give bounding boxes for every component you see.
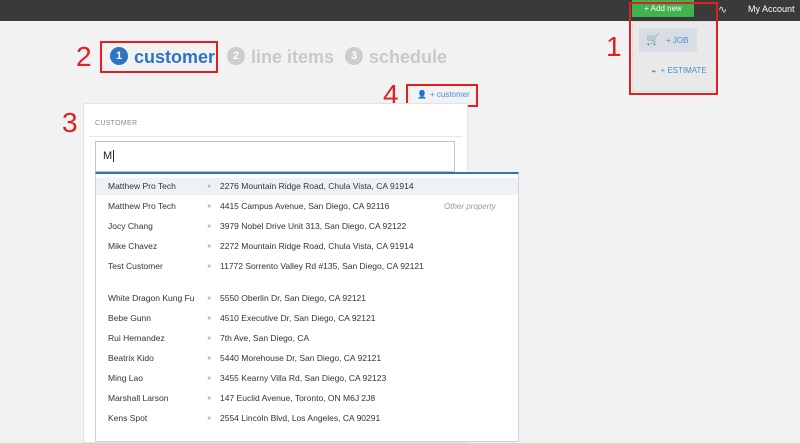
customer-results-list: Matthew Pro Tech ● 2276 Mountain Ridge R… [95,172,519,442]
location-pin-icon: ● [207,335,212,342]
result-row[interactable]: Kens Spot ● 2554 Lincoln Blvd, Los Angel… [96,410,518,427]
result-row[interactable]: Beatrix Kido ● 5440 Morehouse Dr, San Di… [96,350,518,367]
result-row[interactable]: Rui Hernandez ● 7th Ave, San Diego, CA [96,330,518,347]
add-customer-link[interactable]: 👤 + customer [413,86,477,104]
result-name: Marshall Larson [108,393,169,403]
step-label: schedule [369,47,448,67]
result-row[interactable]: Mike Chavez ● 2272 Mountain Ridge Road, … [96,238,518,255]
location-pin-icon: ● [207,315,212,322]
result-row[interactable]: Matthew Pro Tech ● 4415 Campus Avenue, S… [96,198,518,215]
person-icon: 👤 [417,90,427,99]
search-value: M [103,150,113,162]
step-label: customer [134,47,216,67]
result-row[interactable]: Marshall Larson ● 147 Euclid Avenue, Tor… [96,390,518,407]
pulse-icon[interactable]: ∿ [718,3,727,17]
my-account-link[interactable]: My Account [748,2,795,16]
result-row[interactable]: White Dragon Kung Fu ● 5550 Oberlin Dr, … [96,290,518,307]
result-row[interactable]: Jocy Chang ● 3979 Nobel Drive Unit 313, … [96,218,518,235]
location-pin-icon: ● [207,223,212,230]
result-row[interactable]: Ming Lao ● 3455 Kearny Villa Rd, San Die… [96,370,518,387]
step-customer[interactable]: 1 customer [110,44,215,70]
annotation-number-1: 1 [606,31,622,62]
annotation-box-1 [629,2,718,95]
result-address: 7th Ave, San Diego, CA [220,333,310,343]
location-pin-icon: ● [207,375,212,382]
location-pin-icon: ● [207,355,212,362]
result-address: 3979 Nobel Drive Unit 313, San Diego, CA… [220,221,407,231]
step-number: 1 [110,47,128,66]
location-pin-icon: ● [207,203,212,210]
result-row[interactable]: Test Customer ● 11772 Sorrento Valley Rd… [96,258,518,290]
result-name: Bebe Gunn [108,313,152,323]
result-address: 3455 Kearny Villa Rd, San Diego, CA 9212… [220,373,387,383]
location-pin-icon: ● [207,243,212,250]
annotation-number-2: 2 [76,41,92,72]
add-customer-label: + customer [429,90,470,99]
result-name: Matthew Pro Tech [108,181,176,191]
result-name: Jocy Chang [108,221,153,231]
result-address: 5550 Oberlin Dr, San Diego, CA 92121 [220,293,367,303]
result-address: 4510 Executive Dr, San Diego, CA 92121 [220,313,376,323]
result-name: Beatrix Kido [108,353,154,363]
result-address: 147 Euclid Avenue, Toronto, ON M6J 2J8 [220,393,376,403]
result-row[interactable]: Matthew Pro Tech ● 2276 Mountain Ridge R… [96,178,518,195]
result-address: 5440 Morehouse Dr, San Diego, CA 92121 [220,353,382,363]
text-caret [113,150,115,163]
step-schedule[interactable]: 3 schedule [345,44,447,70]
result-name: Matthew Pro Tech [108,201,176,211]
step-label: line items [251,47,335,67]
customer-search-input[interactable]: M [95,141,455,172]
result-address: 2272 Mountain Ridge Road, Chula Vista, C… [220,241,414,251]
result-name: Ming Lao [108,373,143,383]
step-line-items[interactable]: 2 line items [227,44,334,70]
result-tag: Other property [444,202,496,211]
location-pin-icon: ● [207,415,212,422]
location-pin-icon: ● [207,395,212,402]
result-name: White Dragon Kung Fu [108,293,195,303]
result-name: Rui Hernandez [108,333,165,343]
customer-section-label: CUSTOMER [95,120,138,127]
result-address: 11772 Sorrento Valley Rd #135, San Diego… [220,261,424,271]
annotation-number-3: 3 [62,107,78,138]
result-address: 2554 Lincoln Blvd, Los Angeles, CA 90291 [220,413,381,423]
result-address: 2276 Mountain Ridge Road, Chula Vista, C… [220,181,414,191]
result-address: 4415 Campus Avenue, San Diego, CA 92116 [220,201,390,211]
location-pin-icon: ● [207,183,212,190]
step-number: 2 [227,47,245,66]
result-name: Test Customer [108,261,163,271]
location-pin-icon: ● [207,295,212,302]
result-name: Kens Spot [108,413,148,423]
location-pin-icon: ● [207,263,212,270]
divider [89,136,462,137]
result-row[interactable]: Bebe Gunn ● 4510 Executive Dr, San Diego… [96,310,518,327]
result-name: Mike Chavez [108,241,158,251]
step-number: 3 [345,47,363,66]
